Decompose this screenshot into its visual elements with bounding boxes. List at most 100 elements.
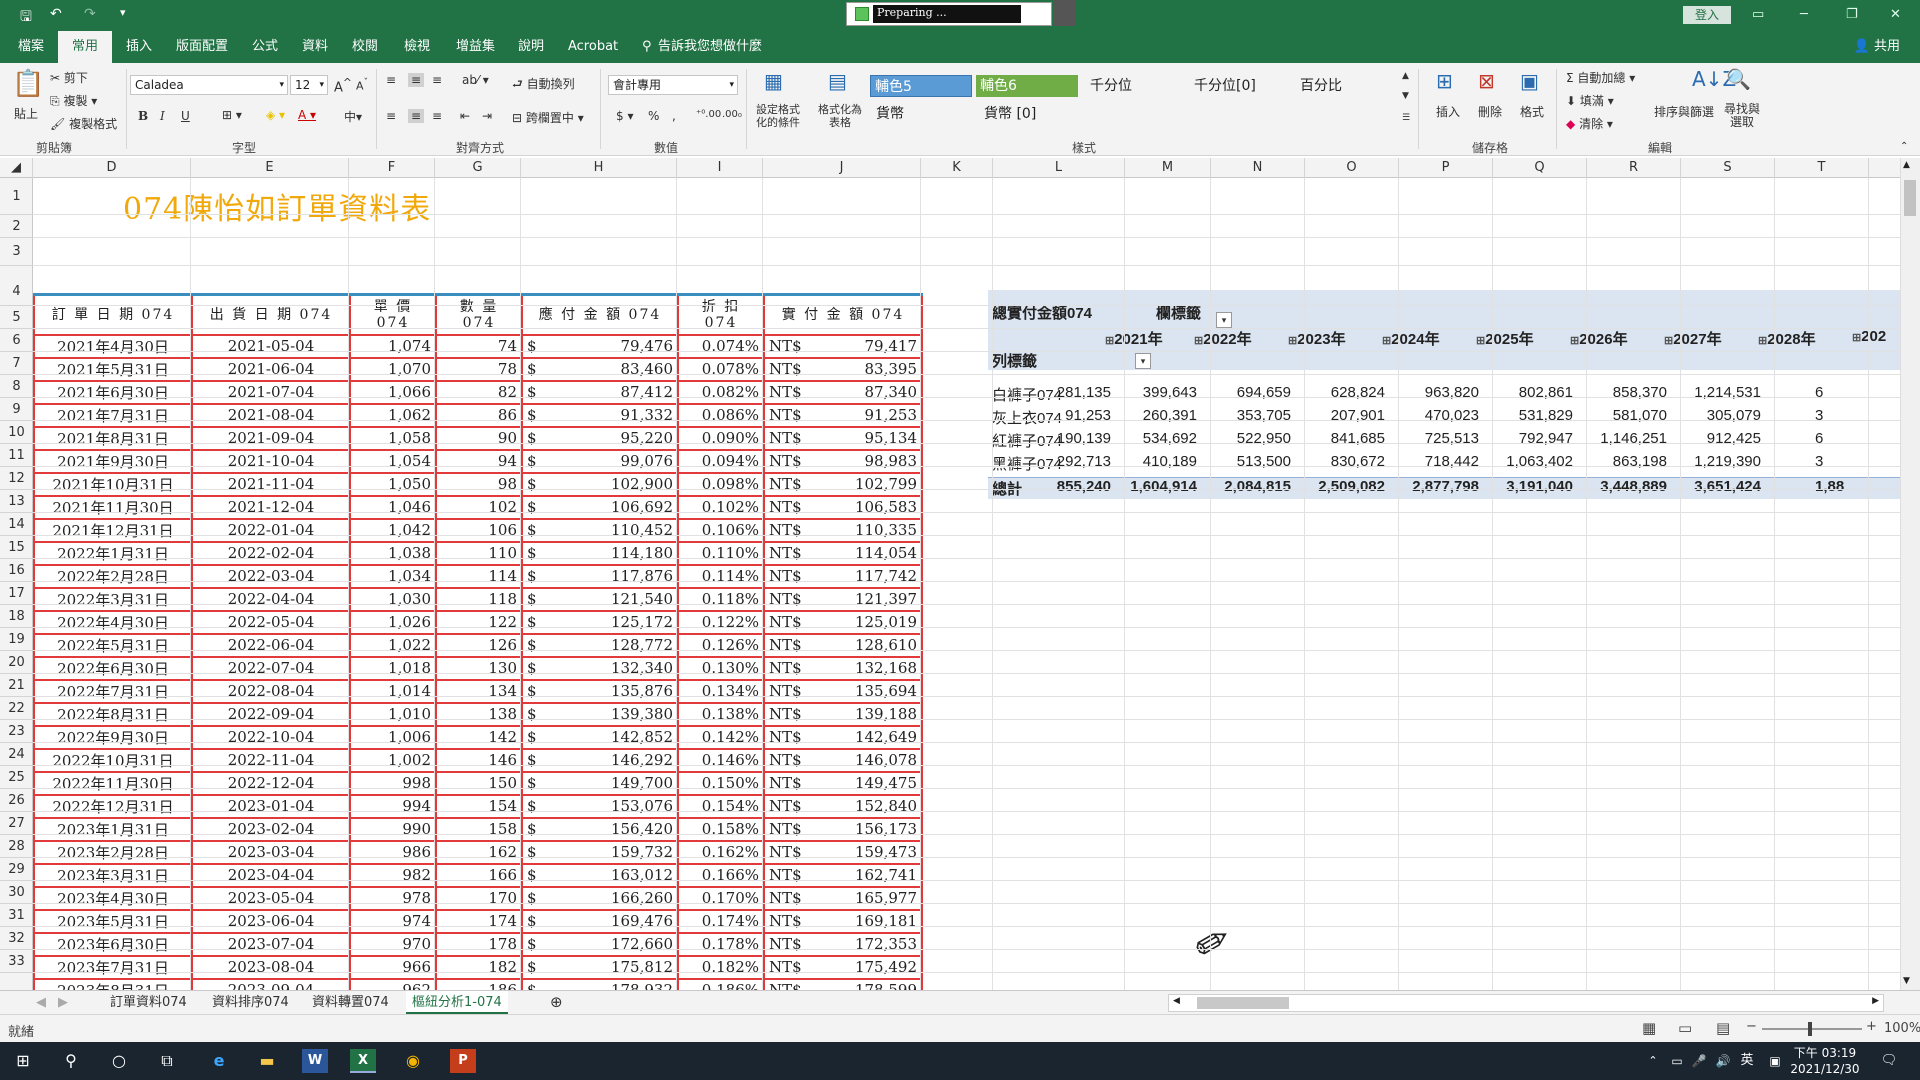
tab-page-layout[interactable]: 版面配置 (174, 31, 230, 63)
table-cell[interactable]: 0.082% (677, 379, 765, 405)
pivot-value-cell[interactable]: 628,824 (1305, 384, 1385, 401)
table-cell[interactable]: 1,050 (349, 471, 437, 497)
page-layout-view-icon[interactable]: ▭ (1678, 1019, 1692, 1037)
align-top-icon[interactable]: ≡ (386, 73, 396, 87)
row-filter-dropdown[interactable]: ▾ (1135, 353, 1151, 369)
table-cell[interactable]: 90 (435, 425, 523, 451)
microphone-icon[interactable]: 🎤 (1686, 1049, 1712, 1073)
table-cell[interactable]: NT$ 162,741 (763, 862, 923, 888)
table-cell[interactable]: 138 (435, 701, 523, 727)
column-header-e[interactable]: E (191, 158, 349, 178)
table-cell[interactable]: 2023年1月31日 (33, 816, 193, 842)
column-header-i[interactable]: I (677, 158, 763, 178)
row-header-12[interactable]: 12 (0, 467, 33, 490)
search-icon[interactable]: ⚲ (58, 1049, 84, 1073)
column-header-q[interactable]: Q (1493, 158, 1587, 178)
pivot-value-cell[interactable]: 912,425 (1681, 430, 1761, 447)
table-cell[interactable]: 0.090% (677, 425, 765, 451)
row-header-10[interactable]: 10 (0, 421, 33, 444)
row-header-18[interactable]: 18 (0, 605, 33, 628)
table-cell[interactable]: NT$ 146,078 (763, 747, 923, 773)
expand-icon[interactable]: ⊞ (1570, 335, 1579, 347)
table-cell[interactable]: $166,260 (521, 885, 679, 911)
table-cell[interactable]: 0.074% (677, 333, 765, 359)
align-center-icon[interactable]: ≡ (408, 109, 425, 123)
align-left-icon[interactable]: ≡ (386, 109, 396, 123)
table-cell[interactable]: $121,540 (521, 586, 679, 612)
table-cell[interactable]: 0.094% (677, 448, 765, 474)
wrap-text-button[interactable]: ⮐ 自動換列 (512, 75, 575, 96)
row-header-22[interactable]: 22 (0, 697, 33, 720)
table-cell[interactable]: NT$ 175,492 (763, 954, 923, 980)
sort-filter-button[interactable]: 排序與篩選 (1654, 103, 1714, 120)
minimize-icon[interactable]: ─ (1800, 7, 1808, 22)
table-cell[interactable]: $142,852 (521, 724, 679, 750)
insert-cells-button[interactable]: 插入 (1436, 103, 1460, 120)
notification-icon[interactable]: 🗨 (1876, 1049, 1902, 1073)
table-cell[interactable]: 0.182% (677, 954, 765, 980)
table-cell[interactable]: 2021年4月30日 (33, 333, 193, 359)
table-cell[interactable]: NT$ 135,694 (763, 678, 923, 704)
pivot-value-cell[interactable]: 353,705 (1211, 407, 1291, 424)
redo-icon[interactable]: ↷ (84, 6, 96, 22)
table-cell[interactable]: NT$ 165,977 (763, 885, 923, 911)
tab-data[interactable]: 資料 (300, 31, 330, 63)
table-cell[interactable]: 2023-02-04 (191, 816, 351, 842)
table-cell[interactable]: 2022年8月31日 (33, 701, 193, 727)
row-header-14[interactable]: 14 (0, 513, 33, 536)
table-cell[interactable]: 2022-09-04 (191, 701, 351, 727)
fill-button[interactable]: ⬇ 填滿 ▾ (1566, 92, 1614, 109)
zoom-slider-thumb[interactable] (1808, 1022, 1812, 1036)
expand-icon[interactable]: ⊞ (1382, 335, 1391, 347)
table-cell[interactable]: 0.078% (677, 356, 765, 382)
zoom-out-icon[interactable]: − (1746, 1019, 1757, 1034)
pivot-value-cell[interactable]: 863,198 (1587, 453, 1667, 470)
pivot-total-cell[interactable]: 3,651,424 (1681, 478, 1761, 495)
style-currency[interactable]: 貨幣 (872, 103, 974, 125)
column-header-m[interactable]: M (1125, 158, 1211, 178)
style-comma[interactable]: 千分位 (1086, 75, 1188, 97)
table-cell[interactable]: 102 (435, 494, 523, 520)
font-name-select[interactable]: Caladea ▾ (130, 75, 288, 95)
table-cell[interactable]: NT$ 125,019 (763, 609, 923, 635)
pivot-value-cell[interactable]: 3 (1815, 407, 1855, 424)
table-cell[interactable]: 998 (349, 770, 437, 796)
table-cell[interactable]: 2022年7月31日 (33, 678, 193, 704)
pivot-value-cell[interactable]: 792,947 (1493, 430, 1573, 447)
horizontal-scrollbar[interactable]: ◀ ▶ (1168, 994, 1884, 1012)
table-cell[interactable]: 174 (435, 908, 523, 934)
row-header-8[interactable]: 8 (0, 375, 33, 398)
table-cell[interactable]: $175,812 (521, 954, 679, 980)
expand-icon[interactable]: ⊞ (1664, 335, 1673, 347)
italic-button[interactable]: I (160, 109, 165, 123)
pivot-total-cell[interactable]: 2,084,815 (1211, 478, 1291, 495)
table-cell[interactable]: $172,660 (521, 931, 679, 957)
row-header-17[interactable]: 17 (0, 582, 33, 605)
table-cell[interactable]: 2022-10-04 (191, 724, 351, 750)
table-cell[interactable]: $114,180 (521, 540, 679, 566)
edge-icon[interactable]: e (206, 1049, 232, 1073)
fill-color-icon[interactable]: ◈ ▾ (266, 108, 285, 122)
column-header-g[interactable]: G (435, 158, 521, 178)
table-cell[interactable]: 2022-06-04 (191, 632, 351, 658)
tab-scroll-left-icon[interactable]: ◀ (30, 991, 52, 1014)
table-cell[interactable]: 1,010 (349, 701, 437, 727)
table-cell[interactable]: 0.134% (677, 678, 765, 704)
pivot-value-cell[interactable]: 281,135 (1031, 384, 1111, 401)
style-accent5[interactable]: 輔色5 (870, 75, 972, 97)
table-cell[interactable]: 0.086% (677, 402, 765, 428)
pivot-value-cell[interactable]: 531,829 (1493, 407, 1573, 424)
table-cell[interactable]: 970 (349, 931, 437, 957)
pivot-value-cell[interactable]: 718,442 (1399, 453, 1479, 470)
table-cell[interactable]: 1,022 (349, 632, 437, 658)
format-cells-button[interactable]: 格式 (1520, 103, 1544, 120)
pivot-value-cell[interactable]: 470,023 (1399, 407, 1479, 424)
pivot-value-cell[interactable]: 522,950 (1211, 430, 1291, 447)
table-cell[interactable]: 2022年11月30日 (33, 770, 193, 796)
table-cell[interactable]: 974 (349, 908, 437, 934)
row-header-33[interactable]: 33 (0, 950, 33, 973)
pivot-value-cell[interactable]: 305,079 (1681, 407, 1761, 424)
row-header-13[interactable]: 13 (0, 490, 33, 513)
row-header-3[interactable]: 3 (0, 238, 33, 266)
table-cell[interactable]: 0.130% (677, 655, 765, 681)
